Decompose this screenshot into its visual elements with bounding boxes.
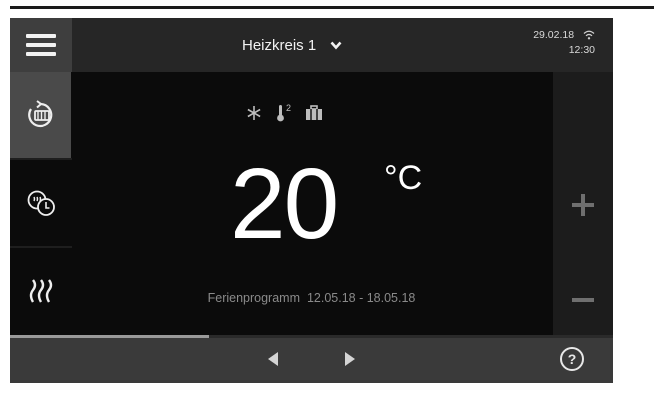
decrease-button[interactable]: [570, 287, 596, 313]
sidebar-item-time-program[interactable]: [10, 160, 71, 246]
holiday-program-text: Ferienprogramm 12.05.18 - 18.05.18: [207, 291, 416, 305]
page-progress-fill: [10, 335, 209, 338]
date-time: 29.02.18 12:30: [533, 28, 595, 58]
suitcase-icon: [306, 105, 323, 120]
wifi-icon: [583, 30, 595, 40]
thermometer-indicator: 2: [276, 104, 291, 122]
header-bar: Heizkreis 1 29.02.18 12:30: [10, 18, 613, 72]
thermostat-screen: Heizkreis 1 29.02.18 12:30 2 20 °C Ferie…: [10, 18, 613, 383]
footer-bar: ?: [10, 335, 613, 383]
chevron-down-icon: [330, 41, 342, 49]
heating-circuit-icon: [27, 100, 52, 128]
increase-button[interactable]: [570, 192, 596, 218]
page-progress: [10, 335, 613, 338]
menu-icon-bar: [26, 52, 56, 56]
menu-icon-bar: [26, 34, 56, 38]
snowflake-icon: [247, 106, 261, 120]
circuit-label: Heizkreis 1: [242, 36, 317, 54]
top-rule: [10, 6, 654, 9]
time-text: 12:30: [568, 44, 595, 56]
status-icons: 2: [246, 104, 323, 122]
date-text: 29.02.18: [533, 29, 575, 41]
help-button[interactable]: ?: [560, 347, 584, 371]
circuit-selector[interactable]: Heizkreis 1: [242, 18, 342, 72]
thermometer-superscript: 2: [286, 103, 292, 113]
menu-icon-bar: [26, 43, 56, 47]
time-program-icon: [27, 190, 55, 216]
temperature-unit: °C: [384, 159, 423, 197]
menu-button[interactable]: [10, 18, 72, 72]
heat-waves-icon: [29, 279, 52, 303]
previous-arrow-button[interactable]: [266, 351, 280, 367]
sidebar-item-heating[interactable]: [10, 248, 71, 334]
sidebar-item-heating-circuit[interactable]: [10, 72, 71, 158]
next-arrow-button[interactable]: [343, 351, 357, 367]
main-display: 2 20 °C Ferienprogramm 12.05.18 - 18.05.…: [72, 72, 551, 335]
thermometer-icon: [277, 105, 284, 122]
adjust-panel: [553, 72, 613, 335]
temperature-value: 20: [230, 148, 339, 260]
sidebar: [10, 72, 72, 335]
